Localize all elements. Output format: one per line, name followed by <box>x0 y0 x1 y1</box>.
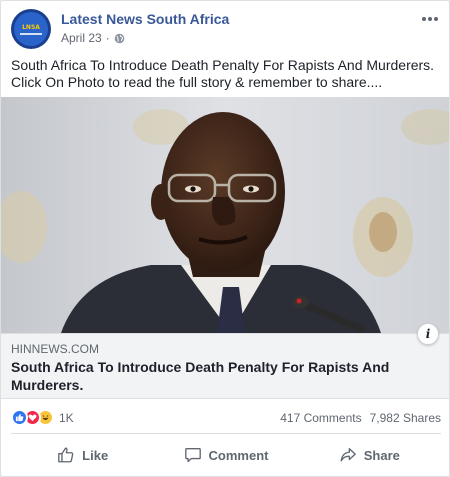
comment-button[interactable]: Comment <box>154 439 297 471</box>
post-date[interactable]: April 23 <box>61 31 102 45</box>
link-title[interactable]: South Africa To Introduce Death Penalty … <box>11 358 416 394</box>
news-feed-post: LNSA Latest News South Africa April 23 ·… <box>0 0 450 477</box>
reactions-summary[interactable]: 1K <box>11 409 74 426</box>
avatar-logo: LNSA <box>14 12 48 46</box>
share-label: Share <box>363 447 400 463</box>
post-photo[interactable] <box>1 97 449 333</box>
link-preview[interactable]: HINNEWS.COM South Africa To Introduce De… <box>1 333 449 399</box>
like-label: Like <box>82 447 109 463</box>
thumbs-up-icon <box>58 447 74 463</box>
share-button[interactable]: Share <box>298 439 441 471</box>
post-message: South Africa To Introduce Death Penalty … <box>11 57 443 91</box>
avatar-logo-bar <box>20 32 42 35</box>
man-portrait-image <box>1 97 449 333</box>
post-header: LNSA Latest News South Africa April 23 · <box>11 9 441 49</box>
like-reaction-icon <box>11 409 28 426</box>
comments-count[interactable]: 417 Comments <box>280 411 361 425</box>
share-arrow-icon <box>340 448 356 462</box>
comment-label: Comment <box>208 447 269 463</box>
comment-icon <box>184 448 201 463</box>
globe-icon[interactable] <box>114 33 125 44</box>
meta-separator: · <box>105 31 110 45</box>
post-message-line-2: Click On Photo to read the full story & … <box>11 74 383 90</box>
actions-divider <box>11 433 441 434</box>
post-meta: April 23 · <box>61 31 125 45</box>
reaction-count[interactable]: 1K <box>59 411 74 425</box>
shares-count[interactable]: 7,982 Shares <box>370 411 441 425</box>
like-button[interactable]: Like <box>11 439 154 471</box>
action-bar: Like Comment Share <box>11 439 441 471</box>
link-domain: HINNEWS.COM <box>11 342 99 356</box>
engagement-counts: 417 Comments 7,982 Shares <box>280 411 441 425</box>
more-options-icon[interactable] <box>421 13 439 25</box>
info-icon[interactable]: i <box>417 323 439 345</box>
post-stats: 1K 417 Comments 7,982 Shares <box>11 409 441 429</box>
page-avatar[interactable]: LNSA <box>11 9 51 49</box>
page-name-link[interactable]: Latest News South Africa <box>61 11 229 27</box>
avatar-logo-text: LNSA <box>22 23 40 31</box>
post-message-line-1: South Africa To Introduce Death Penalty … <box>11 57 435 73</box>
